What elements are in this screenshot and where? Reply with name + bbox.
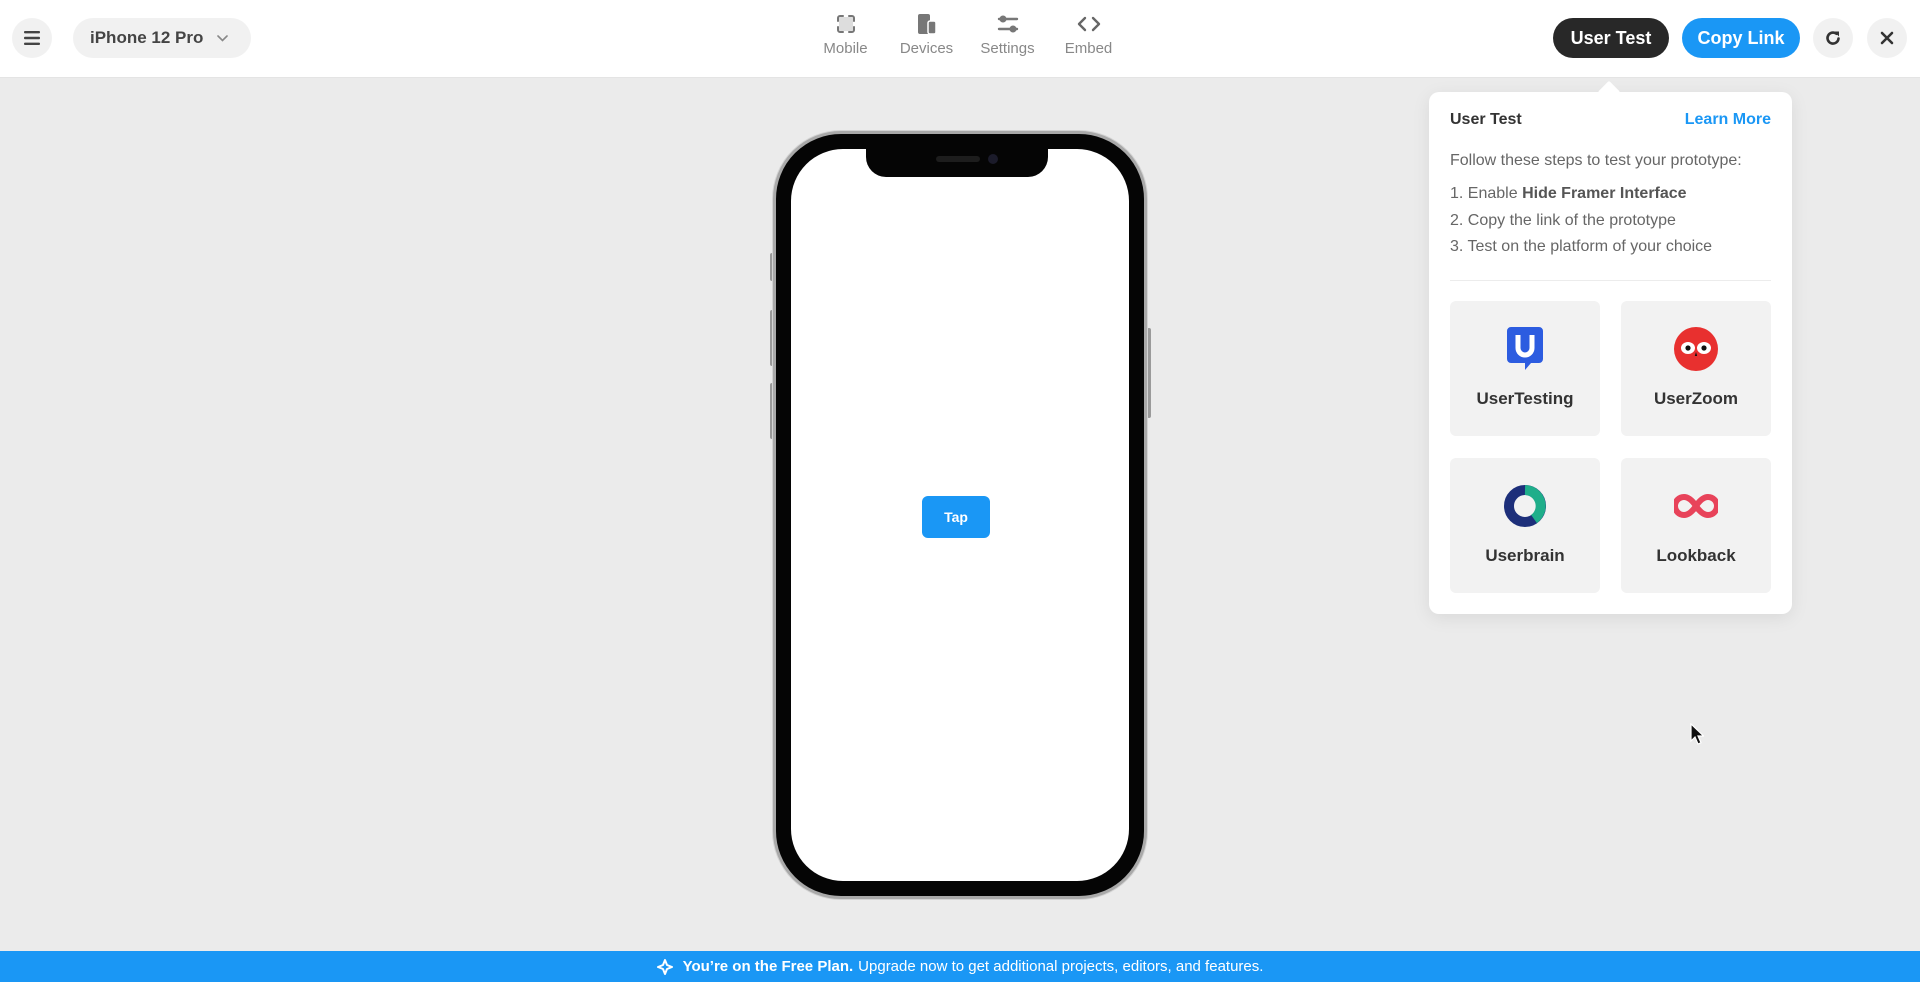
platform-name: UserTesting <box>1476 389 1574 408</box>
step-item: 2. Copy the link of the prototype <box>1450 210 1712 237</box>
userzoom-owl-logo-icon <box>1674 327 1718 371</box>
platform-tile-usertesting[interactable]: UserTesting <box>1450 301 1600 436</box>
platform-tile-lookback[interactable]: Lookback <box>1621 458 1771 593</box>
step-item: 3. Test on the platform of your choice <box>1450 236 1712 263</box>
platform-tile-userbrain[interactable]: Userbrain <box>1450 458 1600 593</box>
nav-devices-label: Devices <box>899 40 954 57</box>
popover-divider <box>1450 280 1771 281</box>
platform-tile-userzoom[interactable]: UserZoom <box>1621 301 1771 436</box>
banner-bold-text: You’re on the Free Plan. <box>682 958 854 975</box>
refresh-button[interactable] <box>1813 18 1853 58</box>
learn-more-link[interactable]: Learn More <box>1685 111 1771 129</box>
sliders-icon <box>997 10 1019 38</box>
steps-list: 1. Enable Hide Framer Interface 2. Copy … <box>1450 183 1712 263</box>
prototype-tap-button[interactable]: Tap <box>922 496 990 538</box>
device-select[interactable]: iPhone 12 Pro <box>73 18 251 58</box>
copy-link-button[interactable]: Copy Link <box>1682 18 1800 58</box>
user-test-popover: User Test Learn More Follow these steps … <box>1429 92 1792 614</box>
hamburger-menu-icon <box>24 31 40 45</box>
popover-intro: Follow these steps to test your prototyp… <box>1450 152 1742 169</box>
step-text: 3. Test on the platform of your choice <box>1450 238 1713 255</box>
userbrain-ring-logo-icon <box>1503 484 1547 528</box>
platform-name: UserZoom <box>1653 389 1739 408</box>
code-brackets-icon <box>1077 10 1101 38</box>
nav-devices[interactable]: Devices <box>886 10 967 57</box>
close-button[interactable] <box>1867 18 1907 58</box>
lookback-infinity-logo-icon <box>1674 484 1718 528</box>
chevron-down-icon <box>217 34 229 42</box>
top-toolbar: iPhone 12 Pro Mobile Devices Settings Em… <box>0 0 1920 78</box>
user-test-button[interactable]: User Test <box>1553 18 1669 58</box>
nav-mobile-label: Mobile <box>823 40 868 57</box>
usertesting-logo-icon <box>1507 327 1543 371</box>
step-text: 1. Enable <box>1450 185 1523 202</box>
refresh-icon <box>1826 31 1840 45</box>
popover-header: User Test Learn More <box>1450 111 1771 129</box>
menu-button[interactable] <box>12 18 52 58</box>
nav-settings[interactable]: Settings <box>967 10 1048 57</box>
phone-notch <box>866 146 1048 177</box>
step-emphasis: Hide Framer Interface <box>1522 185 1687 202</box>
fullscreen-frame-icon <box>836 10 856 38</box>
banner-text: Upgrade now to get additional projects, … <box>858 958 1264 975</box>
device-select-value: iPhone 12 Pro <box>90 28 204 47</box>
devices-icon <box>917 10 937 38</box>
mouse-cursor-icon <box>1690 722 1705 750</box>
nav-mobile[interactable]: Mobile <box>805 10 886 57</box>
step-text: 2. Copy the link of the prototype <box>1450 211 1676 229</box>
phone-power-button <box>1147 328 1151 418</box>
view-nav: Mobile Devices Settings Embed <box>805 10 1129 57</box>
free-plan-banner[interactable]: You’re on the Free Plan. Upgrade now to … <box>0 951 1920 982</box>
platform-name: Lookback <box>1656 546 1736 565</box>
nav-embed[interactable]: Embed <box>1048 10 1129 57</box>
phone-camera <box>988 154 998 164</box>
close-icon <box>1880 31 1894 45</box>
platform-name: Userbrain <box>1485 546 1565 565</box>
nav-settings-label: Settings <box>980 40 1035 57</box>
popover-title: User Test <box>1450 111 1522 128</box>
step-item: 1. Enable Hide Framer Interface <box>1450 183 1712 210</box>
nav-embed-label: Embed <box>1064 40 1113 57</box>
sparkle-icon <box>656 958 673 975</box>
phone-speaker <box>936 156 980 162</box>
